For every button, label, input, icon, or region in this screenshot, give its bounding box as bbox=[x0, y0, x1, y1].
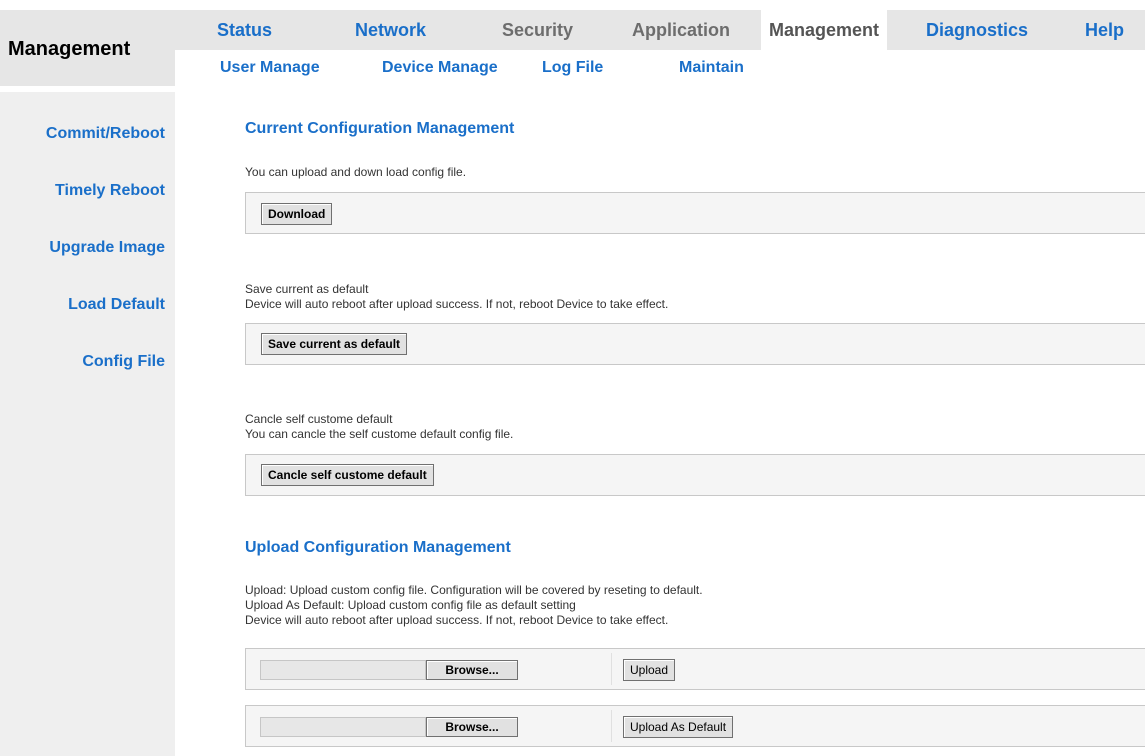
tab-help[interactable]: Help bbox=[1085, 10, 1124, 50]
current-config-intro: You can upload and down load config file… bbox=[245, 165, 467, 179]
upload-button[interactable]: Upload bbox=[623, 659, 676, 681]
subtab-user-manage[interactable]: User Manage bbox=[220, 50, 320, 86]
save-default-title: Save current as default bbox=[245, 282, 369, 296]
sidebar-item-upgrade-image[interactable]: Upgrade Image bbox=[49, 239, 165, 257]
tab-security[interactable]: Security bbox=[502, 10, 573, 50]
tab-management[interactable]: Management bbox=[761, 10, 888, 50]
tab-diagnostics[interactable]: Diagnostics bbox=[926, 10, 1028, 50]
subtab-device-manage[interactable]: Device Manage bbox=[382, 50, 498, 86]
cancel-default-note: You can cancle the self custome default … bbox=[245, 427, 514, 441]
sidebar-item-timely-reboot[interactable]: Timely Reboot bbox=[55, 182, 165, 200]
cancel-self-custom-default-button[interactable]: Cancle self custome default bbox=[261, 464, 434, 486]
file-path-field[interactable] bbox=[260, 717, 426, 737]
current-config-heading: Current Configuration Management bbox=[245, 120, 515, 137]
subtab-log-file[interactable]: Log File bbox=[542, 50, 603, 86]
save-default-panel: Save current as default bbox=[245, 323, 1145, 365]
upload-note-2: Upload As Default: Upload custom config … bbox=[245, 598, 576, 612]
upload-config-heading: Upload Configuration Management bbox=[245, 539, 511, 556]
upload-note-1: Upload: Upload custom config file. Confi… bbox=[245, 583, 703, 597]
browse-button[interactable]: Browse... bbox=[426, 717, 518, 737]
save-current-as-default-button[interactable]: Save current as default bbox=[261, 333, 408, 355]
subtab-maintain[interactable]: Maintain bbox=[679, 50, 744, 86]
column-divider bbox=[611, 653, 612, 685]
sidebar-item-config-file[interactable]: Config File bbox=[82, 353, 165, 371]
download-button[interactable]: Download bbox=[261, 203, 333, 225]
cancel-default-title: Cancle self custome default bbox=[245, 412, 393, 426]
file-path-field[interactable] bbox=[260, 660, 426, 680]
sidebar-item-load-default[interactable]: Load Default bbox=[68, 296, 165, 314]
sub-nav: User Manage Device Manage Log File Maint… bbox=[175, 50, 1145, 86]
column-divider bbox=[611, 710, 612, 742]
save-default-note: Device will auto reboot after upload suc… bbox=[245, 297, 669, 311]
tab-application[interactable]: Application bbox=[632, 10, 730, 50]
upload-default-panel: Browse... Upload As Default bbox=[245, 705, 1145, 747]
section-title-block: Management bbox=[0, 10, 175, 86]
main-nav: Status Network Security Application Mana… bbox=[175, 10, 1145, 50]
download-panel: Download bbox=[245, 192, 1145, 234]
upload-panel: Browse... Upload bbox=[245, 648, 1145, 690]
tab-status[interactable]: Status bbox=[217, 10, 272, 50]
section-title: Management bbox=[8, 38, 131, 60]
tab-network[interactable]: Network bbox=[355, 10, 426, 50]
upload-as-default-button[interactable]: Upload As Default bbox=[623, 716, 734, 738]
upload-note-3: Device will auto reboot after upload suc… bbox=[245, 613, 669, 627]
cancel-default-panel: Cancle self custome default bbox=[245, 454, 1145, 496]
sidebar-item-commit-reboot[interactable]: Commit/Reboot bbox=[46, 125, 165, 143]
browse-button[interactable]: Browse... bbox=[426, 660, 518, 680]
sidebar: Commit/Reboot Timely Reboot Upgrade Imag… bbox=[0, 92, 175, 756]
